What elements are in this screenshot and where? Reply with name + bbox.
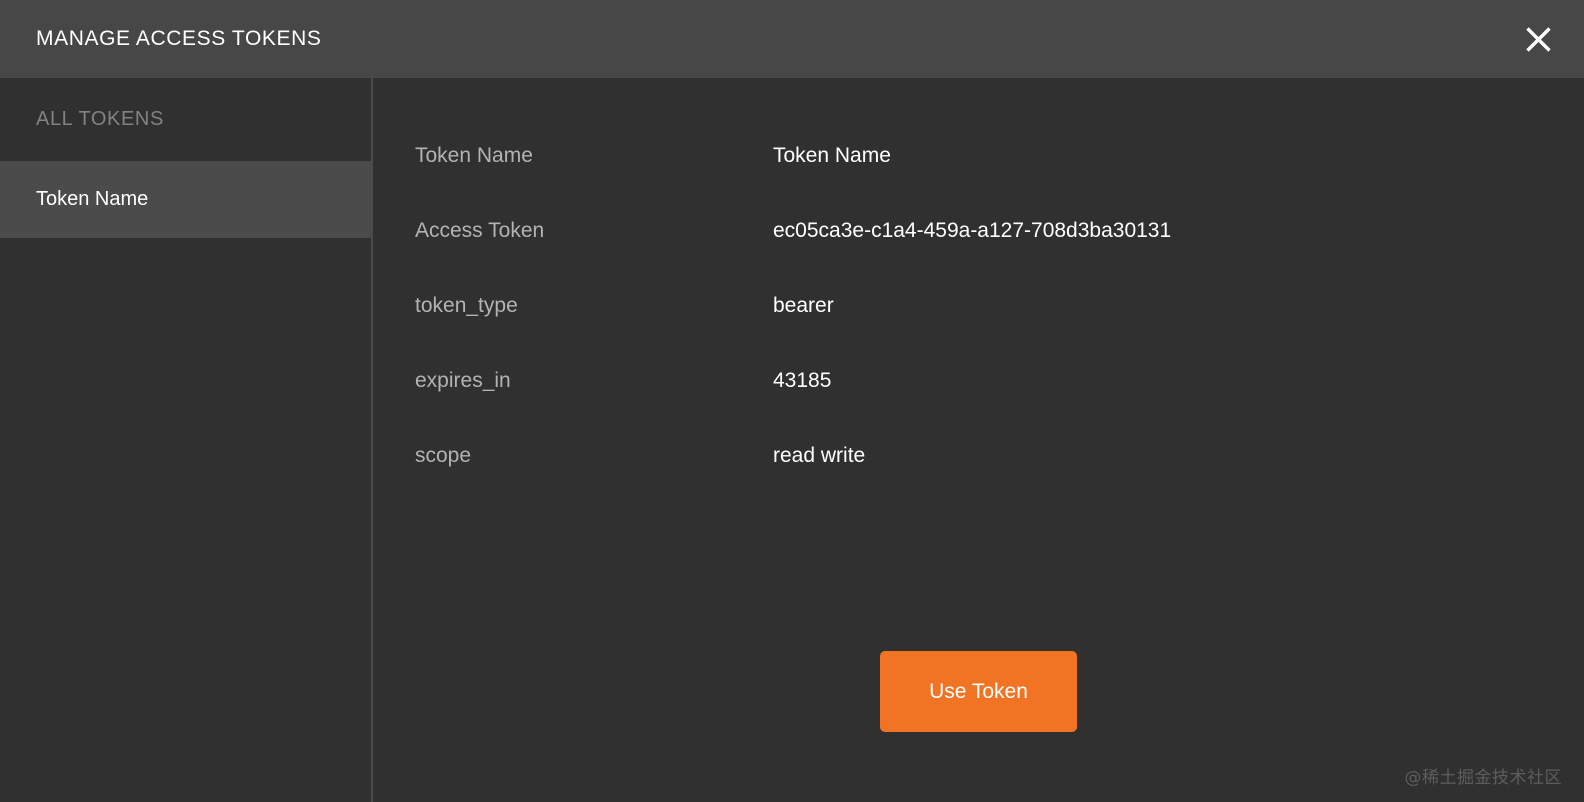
- detail-row: expires_in 43185: [415, 343, 1584, 418]
- detail-row: Token Name Token Name: [415, 118, 1584, 193]
- dialog-titlebar: MANAGE ACCESS TOKENS: [0, 0, 1584, 78]
- detail-label-scope: scope: [415, 443, 472, 467]
- sidebar-item-label: Token Name: [36, 188, 149, 210]
- detail-value-expires-in: 43185: [773, 368, 832, 392]
- detail-row: Access Token ec05ca3e-c1a4-459a-a127-708…: [415, 193, 1584, 268]
- dialog-title: MANAGE ACCESS TOKENS: [36, 27, 322, 50]
- detail-value-token-type: bearer: [773, 293, 834, 317]
- use-token-button[interactable]: Use Token: [880, 651, 1077, 732]
- watermark: @稀土掘金技术社区: [1404, 768, 1562, 788]
- manage-access-tokens-dialog: MANAGE ACCESS TOKENS ALL TOKENS Token Na…: [0, 0, 1584, 802]
- detail-row: token_type bearer: [415, 268, 1584, 343]
- detail-value-access-token[interactable]: ec05ca3e-c1a4-459a-a127-708d3ba30131: [773, 219, 1171, 243]
- detail-label-token-name: Token Name: [415, 143, 533, 167]
- sidebar-header-all-tokens: ALL TOKENS: [36, 108, 164, 130]
- detail-label-access-token: Access Token: [415, 218, 545, 242]
- tokens-sidebar: ALL TOKENS Token Name: [0, 78, 373, 802]
- close-button[interactable]: [1516, 17, 1560, 61]
- token-detail-list: Token Name Token Name Access Token ec05c…: [373, 78, 1584, 493]
- token-detail-panel: Token Name Token Name Access Token ec05c…: [373, 78, 1584, 802]
- close-icon: [1525, 26, 1552, 53]
- detail-label-token-type: token_type: [415, 293, 518, 317]
- dialog-body: ALL TOKENS Token Name Token Name Token N…: [0, 78, 1584, 802]
- detail-row: scope read write: [415, 418, 1584, 493]
- detail-value-scope: read write: [773, 443, 866, 467]
- detail-value-token-name: Token Name: [773, 143, 891, 167]
- detail-label-expires-in: expires_in: [415, 368, 511, 392]
- action-area: Use Token: [373, 651, 1584, 732]
- sidebar-item-token-name[interactable]: Token Name: [0, 161, 371, 238]
